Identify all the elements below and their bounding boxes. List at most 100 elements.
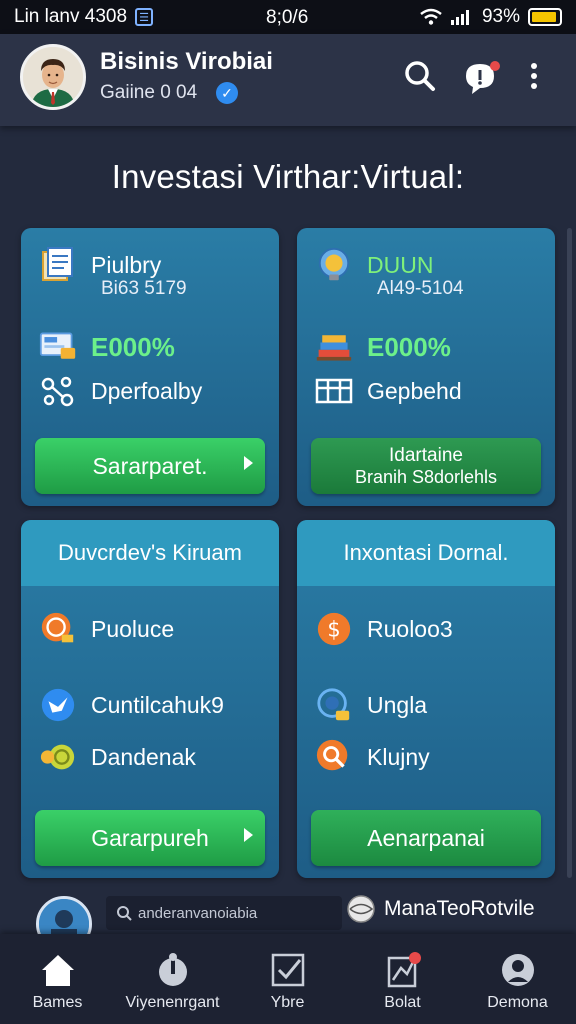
nav-item-investment[interactable]: Viyenenrgant xyxy=(115,934,230,1024)
profile-icon xyxy=(501,954,534,986)
card-stat-row: Dperfoalby xyxy=(39,372,202,410)
support-agent-icon xyxy=(315,686,353,724)
card-list-item[interactable]: Klujny xyxy=(315,738,430,776)
card-header: Inxontasi Dornal. xyxy=(297,520,555,586)
document-icon xyxy=(39,246,77,284)
bird-icon xyxy=(39,686,77,724)
notification-dot xyxy=(490,61,500,71)
portfolio-card-2[interactable]: Inxontasi Dornal. $ Ruoloo3 Ungla Klujny… xyxy=(297,520,555,878)
nav-item-tasks[interactable]: Ybre xyxy=(230,934,345,1024)
card-list-item[interactable]: $ Ruoloo3 xyxy=(315,610,453,648)
home-icon xyxy=(41,955,74,986)
manage-link[interactable]: ManaTeoRotvile xyxy=(346,894,535,924)
card-3-action-button[interactable]: Gararpureh xyxy=(35,810,265,866)
chat-icon xyxy=(466,61,500,94)
chevron-right-icon xyxy=(244,456,253,470)
signal-icon xyxy=(450,10,469,25)
avatar[interactable] xyxy=(20,44,86,110)
card-return-row: E000% xyxy=(315,328,451,366)
item-label: Ungla xyxy=(367,691,428,718)
bulb-globe-icon xyxy=(315,246,353,284)
table-icon xyxy=(315,372,353,410)
monitor-icon xyxy=(39,328,77,366)
more-button[interactable] xyxy=(522,58,546,94)
nav-item-profile[interactable]: Demona xyxy=(460,934,575,1024)
checkbox-icon xyxy=(271,953,304,987)
card-1-action-button[interactable]: Sararparet. xyxy=(35,438,265,494)
search-button[interactable] xyxy=(402,58,438,94)
books-icon xyxy=(315,328,353,366)
card-list-item[interactable]: Ungla xyxy=(315,686,427,724)
card-title: DUUN xyxy=(367,251,434,278)
coins-icon xyxy=(39,738,77,776)
scrollbar[interactable] xyxy=(567,228,572,878)
card-return-row: E000% xyxy=(39,328,175,366)
bell-icon xyxy=(387,952,421,988)
magnifier-icon xyxy=(315,738,353,776)
clock: 8;0/6 xyxy=(266,7,309,28)
chevron-right-icon xyxy=(244,828,253,842)
account-id: Gaiine 0 04 xyxy=(100,82,198,103)
network-icon xyxy=(39,372,77,410)
button-label: Aenarpanai xyxy=(367,824,485,851)
carrier-label: Lin lanv 4308 xyxy=(14,6,128,27)
coin-cart-icon xyxy=(39,610,77,648)
status-right: 93% xyxy=(420,6,562,28)
bottom-nav: Bames Viyenenrgant Ybre Bolat Demona xyxy=(0,934,576,1024)
search-icon xyxy=(405,61,435,91)
portfolio-card-1[interactable]: Duvcrdev's Kiruam Puoluce Cuntilcahuk9 D… xyxy=(21,520,279,878)
investment-card-1[interactable]: Piulbry Bi63 5179 E000% Dperfoalby Sarar… xyxy=(21,228,279,506)
search-bar[interactable]: anderanvanoiabia xyxy=(106,896,342,930)
wallet-icon xyxy=(158,953,187,986)
card-4-action-button[interactable]: Aenarpanai xyxy=(311,810,541,866)
card-title: Piulbry xyxy=(91,251,162,278)
nav-item-home[interactable]: Bames xyxy=(0,934,115,1024)
investment-card-2[interactable]: DUUN Al49-5104 E000% Gepbehd Idartaine B… xyxy=(297,228,555,506)
dollar-icon: $ xyxy=(315,610,353,648)
button-label: Sararparet. xyxy=(92,452,208,479)
card-list-item[interactable]: Puoluce xyxy=(39,610,174,648)
account-name: Bisinis Virobiai xyxy=(100,48,273,75)
button-label-line2: Branih S8dorlehls xyxy=(354,466,498,487)
battery-icon xyxy=(528,8,562,26)
manage-link-label: ManaTeoRotvile xyxy=(384,897,535,920)
avatar-image xyxy=(23,47,83,107)
button-label: Gararpureh xyxy=(91,824,209,851)
search-text: anderanvanoiabia xyxy=(138,904,258,922)
card-code: Bi63 5179 xyxy=(101,278,187,299)
page-title: Investasi Virthar:Virtual: xyxy=(111,158,465,195)
status-left: Lin lanv 4308 ☰ xyxy=(14,6,154,28)
nav-label: Bolat xyxy=(384,994,421,1011)
status-bar: Lin lanv 4308 ☰ 8;0/6 93% xyxy=(0,0,576,34)
nav-label: Ybre xyxy=(270,994,305,1011)
item-label: Ruoloo3 xyxy=(367,615,453,642)
app-badge-icon: ☰ xyxy=(135,8,154,26)
card-header: Duvcrdev's Kiruam xyxy=(21,520,279,586)
nav-label: Demona xyxy=(487,994,548,1011)
item-label: Klujny xyxy=(367,743,430,770)
card-stat: Dperfoalby xyxy=(91,377,203,404)
app-header: Bisinis Virobiai Gaiine 0 04 ✓ xyxy=(0,34,576,126)
button-label-line1: Idartaine xyxy=(389,444,463,466)
return-percent: E000% xyxy=(91,331,175,362)
verified-icon: ✓ xyxy=(216,82,238,104)
item-label: Dandenak xyxy=(91,743,196,770)
card-list-item[interactable]: Dandenak xyxy=(39,738,196,776)
card-code: Al49-5104 xyxy=(377,278,464,299)
wifi-icon xyxy=(420,8,442,25)
card-list-item[interactable]: Cuntilcahuk9 xyxy=(39,686,224,724)
item-label: Cuntilcahuk9 xyxy=(91,691,224,718)
battery-fill xyxy=(532,12,556,22)
nav-label: Bames xyxy=(32,994,83,1011)
card-stat-row: Gepbehd xyxy=(315,372,462,410)
nav-item-notifications[interactable]: Bolat xyxy=(345,934,460,1024)
svg-text:$: $ xyxy=(327,618,340,642)
nav-label: Viyenenrgant xyxy=(125,994,220,1011)
return-percent: E000% xyxy=(367,331,451,362)
chat-button[interactable] xyxy=(462,58,500,94)
card-stat: Gepbehd xyxy=(367,377,462,404)
card-2-action-button[interactable]: Idartaine Branih S8dorlehls xyxy=(311,438,541,494)
more-icon xyxy=(531,63,537,89)
globe-icon xyxy=(347,895,375,923)
battery-percent: 93% xyxy=(481,6,520,27)
